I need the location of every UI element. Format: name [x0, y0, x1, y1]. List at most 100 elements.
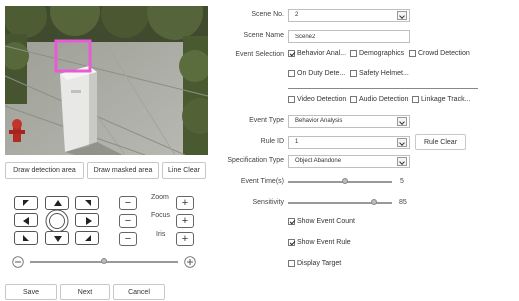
- event-type-select[interactable]: Behavior Analysis: [288, 115, 410, 128]
- checkbox-icon: [350, 96, 357, 103]
- chevron-down-icon: [397, 11, 407, 20]
- event-type-label: Event Type: [249, 117, 284, 124]
- chevron-down-icon: [397, 117, 407, 126]
- checkbox-icon: [350, 70, 357, 77]
- arrow-down-icon: [54, 236, 62, 242]
- arrow-down-left-icon: [23, 235, 29, 241]
- zoom-out-button[interactable]: −: [119, 196, 137, 210]
- checkbox-icon: [288, 239, 295, 246]
- event-checkbox-audio-detection[interactable]: Audio Detection: [350, 96, 408, 103]
- ptz-right-button[interactable]: [75, 213, 99, 227]
- minus-circle-icon: [12, 256, 24, 268]
- draw-masked-area-button[interactable]: Draw masked area: [87, 162, 159, 179]
- scene-no-value: 2: [295, 12, 299, 18]
- focus-label: Focus: [151, 212, 171, 219]
- rule-clear-button[interactable]: Rule Clear: [415, 134, 466, 150]
- sensitivity-label: Sensitivity: [252, 199, 284, 206]
- event-checkbox-crowd-detection[interactable]: Crowd Detection: [409, 50, 470, 57]
- scene-no-select[interactable]: 2: [288, 9, 410, 22]
- checkbox-label: Behavior Anal...: [297, 50, 347, 57]
- checkbox-label: Audio Detection: [359, 96, 409, 103]
- event-time-value: 5: [400, 178, 404, 185]
- ptz-up-button[interactable]: [45, 196, 69, 210]
- checkbox-label: Show Event Count: [297, 218, 355, 225]
- event-checkbox-behavior-analysis[interactable]: Behavior Anal...: [288, 50, 346, 57]
- show-event-count-checkbox[interactable]: Show Event Count: [288, 218, 355, 225]
- ptz-up-left-button[interactable]: [14, 196, 38, 210]
- video-preview[interactable]: [5, 6, 208, 155]
- ptz-down-right-button[interactable]: [75, 231, 99, 245]
- iris-label: Iris: [156, 231, 166, 238]
- specification-type-select[interactable]: Object Abandone: [288, 155, 410, 168]
- event-selection-label: Event Selection: [235, 51, 284, 58]
- ptz-left-button[interactable]: [14, 213, 38, 227]
- ptz-speed-slider[interactable]: [30, 258, 178, 266]
- event-checkbox-video-detection[interactable]: Video Detection: [288, 96, 346, 103]
- sensitivity-value: 85: [399, 199, 407, 206]
- zoom-in-button[interactable]: +: [176, 196, 194, 210]
- checkbox-label: Demographics: [359, 50, 405, 57]
- slider-handle[interactable]: [371, 199, 377, 205]
- show-event-rule-checkbox[interactable]: Show Event Rule: [288, 239, 351, 246]
- checkbox-label: Crowd Detection: [418, 50, 470, 57]
- sensitivity-slider[interactable]: [288, 199, 392, 207]
- checkbox-icon: [350, 50, 357, 57]
- ptz-up-right-button[interactable]: [75, 196, 99, 210]
- specification-type-label: Specification Type: [227, 157, 284, 164]
- event-time-label: Event Time(s): [240, 178, 284, 185]
- event-checkbox-linkage-track[interactable]: Linkage Track...: [412, 96, 470, 103]
- event-checkbox-on-duty-detection[interactable]: On Duty Dete...: [288, 70, 345, 77]
- event-checkbox-demographics[interactable]: Demographics: [350, 50, 404, 57]
- checkbox-label: Show Event Rule: [297, 239, 351, 246]
- ptz-down-left-button[interactable]: [14, 231, 38, 245]
- rule-id-select[interactable]: 1: [288, 136, 410, 149]
- event-type-value: Behavior Analysis: [295, 118, 343, 124]
- ptz-center-button[interactable]: [45, 209, 69, 233]
- display-target-checkbox[interactable]: Display Target: [288, 260, 341, 267]
- slider-handle[interactable]: [101, 258, 107, 264]
- arrow-up-left-icon: [23, 200, 29, 206]
- arrow-up-right-icon: [85, 200, 91, 206]
- draw-detection-area-button[interactable]: Draw detection area: [5, 162, 84, 179]
- checkbox-label: On Duty Dete...: [297, 70, 346, 77]
- scene-name-input[interactable]: [288, 30, 410, 43]
- chevron-down-icon: [397, 157, 407, 166]
- camera-scene: [5, 6, 208, 155]
- rule-id-label: Rule ID: [260, 138, 284, 145]
- speed-decrease-button[interactable]: [12, 256, 24, 268]
- specification-type-value: Object Abandone: [295, 158, 342, 164]
- arrow-left-icon: [23, 217, 29, 225]
- checkbox-label: Linkage Track...: [421, 96, 471, 103]
- event-checkbox-safety-helmet[interactable]: Safety Helmet...: [350, 70, 409, 77]
- chevron-down-icon: [397, 138, 407, 147]
- checkbox-icon: [412, 96, 419, 103]
- iris-close-button[interactable]: −: [119, 232, 137, 246]
- scene-name-label: Scene Name: [243, 32, 284, 39]
- rule-id-value: 1: [295, 139, 299, 145]
- arrow-right-icon: [86, 217, 92, 225]
- arrow-down-right-icon: [85, 235, 91, 241]
- checkbox-icon: [288, 50, 295, 57]
- speed-increase-button[interactable]: [184, 256, 196, 268]
- checkbox-icon: [288, 218, 295, 225]
- ptz-down-button[interactable]: [45, 231, 69, 245]
- checkbox-label: Display Target: [297, 260, 342, 267]
- scene-no-label: Scene No.: [251, 11, 284, 18]
- save-button[interactable]: Save: [5, 284, 57, 300]
- scene-name-field[interactable]: [289, 31, 409, 42]
- checkbox-label: Safety Helmet...: [359, 70, 409, 77]
- zoom-label: Zoom: [151, 194, 169, 201]
- checkbox-icon: [288, 96, 295, 103]
- arrow-up-icon: [54, 200, 62, 206]
- checkbox-label: Video Detection: [297, 96, 347, 103]
- event-time-slider[interactable]: [288, 178, 392, 186]
- section-divider: [288, 88, 478, 89]
- next-button[interactable]: Next: [60, 284, 110, 300]
- line-clear-button[interactable]: Line Clear: [162, 162, 206, 179]
- iris-open-button[interactable]: +: [176, 232, 194, 246]
- slider-handle[interactable]: [342, 178, 348, 184]
- checkbox-icon: [288, 70, 295, 77]
- cancel-button[interactable]: Cancel: [113, 284, 165, 300]
- focus-far-button[interactable]: +: [176, 214, 194, 228]
- focus-near-button[interactable]: −: [119, 214, 137, 228]
